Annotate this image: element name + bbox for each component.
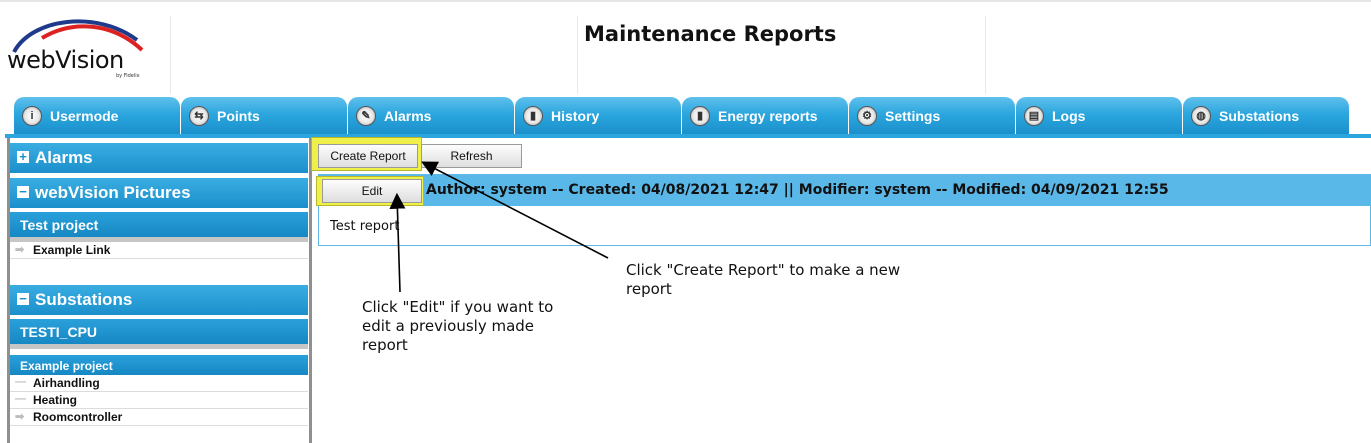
create-report-annotation: Click "Create Report" to make a new repo…: [626, 261, 901, 298]
annotation-arrows: [389, 161, 609, 293]
edit-arrow-icon: [389, 192, 406, 293]
create-arrow-icon: [421, 161, 609, 259]
edit-annotation: Click "Edit" if you want to edit a previ…: [362, 298, 554, 354]
